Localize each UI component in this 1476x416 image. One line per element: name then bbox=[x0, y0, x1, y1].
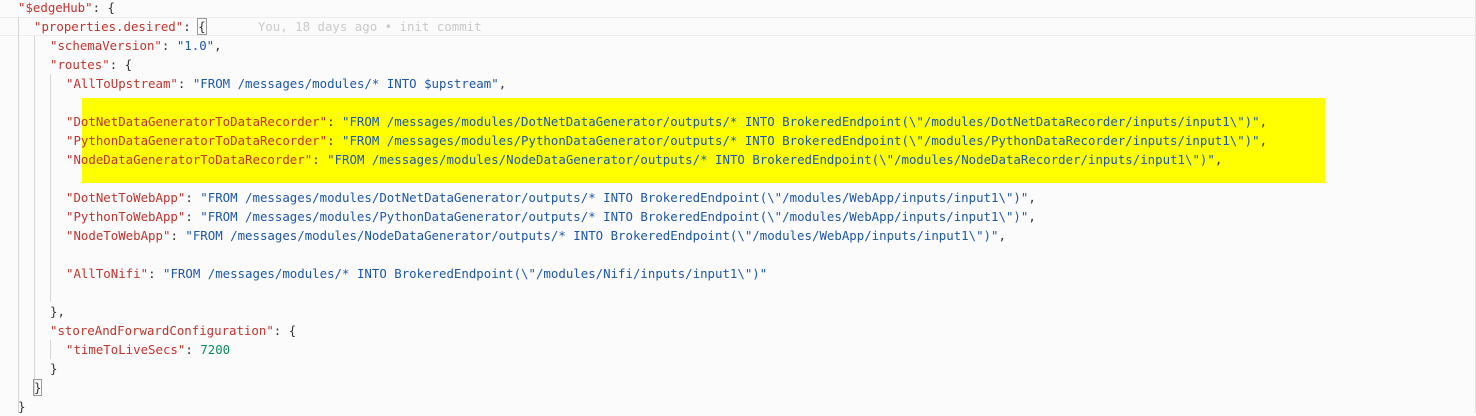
json-key: "AllToUpstream" bbox=[66, 76, 178, 91]
punctuation: : bbox=[183, 19, 199, 34]
code-line: } bbox=[50, 359, 57, 378]
punctuation: , bbox=[498, 76, 507, 91]
json-number: 7200 bbox=[200, 342, 231, 357]
code-line: "AllToNifi": "FROM /messages/modules/* I… bbox=[66, 264, 767, 283]
json-key: "DotNetToWebApp" bbox=[66, 190, 186, 205]
punctuation: , bbox=[1028, 209, 1036, 224]
matched-bracket: } bbox=[32, 379, 43, 396]
punctuation: }, bbox=[50, 304, 65, 319]
code-line: } bbox=[32, 378, 43, 397]
punctuation: , bbox=[1214, 152, 1223, 167]
json-string: "FROM /messages/modules/* INTO $upstream… bbox=[192, 76, 499, 91]
punctuation: : { bbox=[109, 57, 133, 72]
code-line: }, bbox=[50, 302, 65, 321]
code-line: } bbox=[18, 397, 25, 416]
json-string: "FROM /messages/modules/PythonDataGenera… bbox=[200, 209, 1029, 224]
json-key: "NodeToWebApp" bbox=[66, 228, 171, 243]
json-key: "NodeDataGeneratorToDataRecorder" bbox=[66, 152, 313, 167]
indent-guide bbox=[34, 36, 35, 397]
code-line: "NodeToWebApp": "FROM /messages/modules/… bbox=[66, 226, 1006, 245]
json-string: "FROM /messages/modules/DotNetDataGenera… bbox=[342, 114, 1260, 129]
json-string: "FROM /messages/modules/DotNetDataGenera… bbox=[200, 190, 1029, 205]
json-key: "storeAndForwardConfiguration" bbox=[50, 323, 274, 338]
code-line: "AllToUpstream": "FROM /messages/modules… bbox=[66, 74, 506, 93]
json-string: "FROM /messages/modules/* INTO BrokeredE… bbox=[162, 266, 768, 281]
json-key: "AllToNifi" bbox=[66, 266, 149, 281]
code-line: "NodeDataGeneratorToDataRecorder": "FROM… bbox=[66, 150, 1222, 169]
json-string: "FROM /messages/modules/NodeDataGenerato… bbox=[185, 228, 999, 243]
punctuation: : { bbox=[273, 323, 297, 338]
code-line: "properties.desired": { You, 18 days ago… bbox=[34, 17, 482, 36]
punctuation: : bbox=[161, 38, 177, 53]
json-key: "timeToLiveSecs" bbox=[66, 342, 186, 357]
json-string: "1.0" bbox=[176, 38, 215, 53]
punctuation: : bbox=[327, 114, 343, 129]
punctuation: : bbox=[185, 209, 201, 224]
punctuation: : bbox=[148, 266, 163, 281]
punctuation: } bbox=[18, 399, 26, 414]
matched-bracket: { bbox=[197, 18, 207, 35]
indent-guide bbox=[50, 340, 51, 359]
git-blame-annotation[interactable]: You, 18 days ago • init commit bbox=[258, 19, 482, 34]
punctuation: : bbox=[177, 76, 193, 91]
punctuation: : bbox=[185, 190, 201, 205]
punctuation: , bbox=[998, 228, 1006, 243]
indent-guide bbox=[18, 17, 19, 413]
json-key: "DotNetDataGeneratorToDataRecorder" bbox=[66, 114, 328, 129]
punctuation: : bbox=[170, 228, 186, 243]
json-string: "FROM /messages/modules/PythonDataGenera… bbox=[342, 133, 1260, 148]
indent-guide bbox=[50, 74, 51, 302]
code-line: "PythonDataGeneratorToDataRecorder": "FR… bbox=[66, 131, 1267, 150]
punctuation: , bbox=[1259, 133, 1268, 148]
code-line: "DotNetToWebApp": "FROM /messages/module… bbox=[66, 188, 1036, 207]
code-line: "schemaVersion": "1.0", bbox=[50, 36, 222, 55]
punctuation: : bbox=[327, 133, 343, 148]
punctuation: : bbox=[185, 342, 201, 357]
code-line: "routes": { bbox=[50, 55, 132, 74]
json-key: "schemaVersion" bbox=[50, 38, 162, 53]
json-string: "FROM /messages/modules/NodeDataGenerato… bbox=[327, 152, 1215, 167]
code-line: "PythonToWebApp": "FROM /messages/module… bbox=[66, 207, 1036, 226]
punctuation: , bbox=[1028, 190, 1036, 205]
json-key: "routes" bbox=[50, 57, 110, 72]
punctuation: : { bbox=[92, 0, 115, 15]
code-editor[interactable]: "$edgeHub": { "properties.desired": { Yo… bbox=[0, 0, 1476, 416]
code-line: "DotNetDataGeneratorToDataRecorder": "FR… bbox=[66, 112, 1267, 131]
punctuation: , bbox=[214, 38, 222, 53]
json-key: "PythonDataGeneratorToDataRecorder" bbox=[66, 133, 328, 148]
code-line: "$edgeHub": { bbox=[18, 0, 115, 17]
punctuation: , bbox=[1259, 114, 1268, 129]
json-key: "PythonToWebApp" bbox=[66, 209, 186, 224]
code-line: "timeToLiveSecs": 7200 bbox=[66, 340, 230, 359]
json-key: "$edgeHub" bbox=[18, 0, 93, 15]
punctuation: } bbox=[50, 361, 58, 376]
punctuation: : bbox=[312, 152, 328, 167]
code-line: "storeAndForwardConfiguration": { bbox=[50, 321, 296, 340]
json-key: "properties.desired" bbox=[34, 19, 184, 34]
